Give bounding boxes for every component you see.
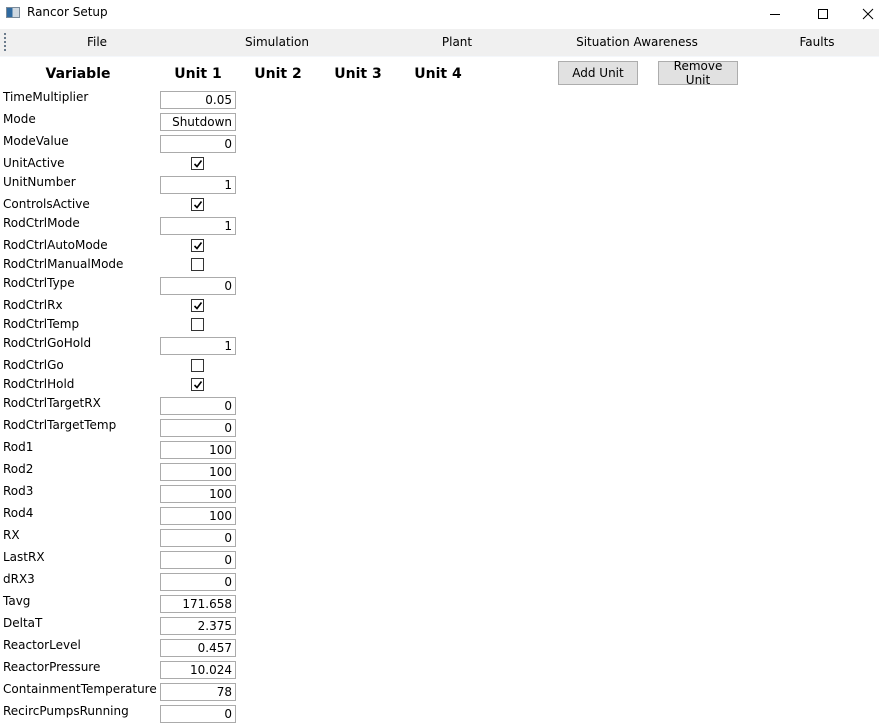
unit1-checkbox-rodctrltemp[interactable] [191, 318, 204, 331]
unit1-input-recircpumpsrunning[interactable]: 0 [160, 705, 236, 723]
unit1-input-unitnumber[interactable]: 1 [160, 176, 236, 194]
unit1-checkbox-controlsactive[interactable] [191, 198, 204, 211]
menu-plant[interactable]: Plant [442, 35, 472, 49]
minimize-icon [769, 13, 780, 15]
variable-label: RodCtrlManualMode [3, 257, 124, 271]
variable-label: RodCtrlRx [3, 298, 63, 312]
variable-label: RodCtrlMode [3, 216, 80, 230]
menu-situation-awareness[interactable]: Situation Awareness [576, 35, 698, 49]
remove-unit-button[interactable]: Remove Unit [658, 59, 738, 87]
variable-label: ContainmentTemperature [3, 682, 157, 696]
unit1-checkbox-rodctrlmanualmode[interactable] [191, 258, 204, 271]
unit1-input-reactorlevel[interactable]: 0.457 [160, 639, 236, 657]
checkmark-icon [193, 302, 203, 310]
unit1-input-rodctrlmode[interactable]: 1 [160, 217, 236, 235]
variable-label: Rod2 [3, 462, 34, 476]
header-unit-3: Unit 3 [334, 66, 382, 82]
variable-label: RodCtrlTemp [3, 317, 80, 331]
unit1-input-rx[interactable]: 0 [160, 529, 236, 547]
maximize-icon [817, 8, 828, 19]
variable-label: RodCtrlType [3, 276, 75, 290]
maximize-button[interactable] [800, 0, 845, 27]
app-icon [6, 7, 20, 18]
minimize-button[interactable] [752, 0, 797, 27]
unit1-checkbox-rodctrlgo[interactable] [191, 359, 204, 372]
unit1-input-rod3[interactable]: 100 [160, 485, 236, 503]
variable-label: UnitNumber [3, 175, 76, 189]
add-unit-button[interactable]: Add Unit [558, 61, 638, 85]
checkmark-icon [193, 381, 203, 389]
menu-faults[interactable]: Faults [799, 35, 834, 49]
checkmark-icon [193, 201, 203, 209]
variable-label: Rod4 [3, 506, 34, 520]
variable-label: LastRX [3, 550, 45, 564]
unit1-input-modevalue[interactable]: 0 [160, 135, 236, 153]
unit1-input-rod1[interactable]: 100 [160, 441, 236, 459]
variable-label: ModeValue [3, 134, 69, 148]
variable-label: RodCtrlAutoMode [3, 238, 108, 252]
close-button[interactable] [845, 0, 879, 27]
menu-bar: File Simulation Plant Situation Awarenes… [0, 29, 879, 57]
unit1-input-rod2[interactable]: 100 [160, 463, 236, 481]
variable-label: UnitActive [3, 156, 65, 170]
variable-label: TimeMultiplier [3, 90, 89, 104]
close-icon [862, 8, 873, 19]
header-variable: Variable [45, 66, 111, 82]
variable-label: ReactorPressure [3, 660, 101, 674]
unit1-checkbox-rodctrlhold[interactable] [191, 378, 204, 391]
header-unit-4: Unit 4 [414, 66, 462, 82]
window-title: Rancor Setup [27, 5, 108, 19]
variable-label: Mode [3, 112, 36, 126]
variable-label: RodCtrlTargetTemp [3, 418, 117, 432]
variable-label: RodCtrlTargetRX [3, 396, 101, 410]
variable-label: DeltaT [3, 616, 43, 630]
unit1-input-rodctrlgohold[interactable]: 1 [160, 337, 236, 355]
unit1-input-rodctrltargetrx[interactable]: 0 [160, 397, 236, 415]
unit1-checkbox-rodctrlautomode[interactable] [191, 239, 204, 252]
variable-label: Rod1 [3, 440, 34, 454]
unit1-input-mode[interactable]: Shutdown [160, 113, 236, 131]
variable-label: ReactorLevel [3, 638, 81, 652]
variable-label: RodCtrlGoHold [3, 336, 92, 350]
unit1-input-lastrx[interactable]: 0 [160, 551, 236, 569]
variable-label: dRX3 [3, 572, 35, 586]
variable-label: Tavg [3, 594, 31, 608]
header-unit-2: Unit 2 [254, 66, 302, 82]
variable-label: RodCtrlGo [3, 358, 64, 372]
unit1-input-drx3[interactable]: 0 [160, 573, 236, 591]
unit1-input-rod4[interactable]: 100 [160, 507, 236, 525]
unit1-checkbox-unitactive[interactable] [191, 157, 204, 170]
unit1-input-reactorpressure[interactable]: 10.024 [160, 661, 236, 679]
unit1-input-rodctrltype[interactable]: 0 [160, 277, 236, 295]
unit1-input-containmenttemperature[interactable]: 78 [160, 683, 236, 701]
variable-label: Rod3 [3, 484, 34, 498]
variable-label: ControlsActive [3, 197, 90, 211]
checkmark-icon [193, 160, 203, 168]
checkmark-icon [193, 242, 203, 250]
title-bar: Rancor Setup [0, 0, 879, 27]
variable-label: RecircPumpsRunning [3, 704, 129, 718]
unit1-input-timemultiplier[interactable]: 0.05 [160, 91, 236, 109]
header-unit-1: Unit 1 [174, 66, 222, 82]
variable-label: RodCtrlHold [3, 377, 75, 391]
menu-simulation[interactable]: Simulation [245, 35, 309, 49]
toolbar-grip-icon[interactable] [4, 33, 6, 51]
menu-file[interactable]: File [87, 35, 107, 49]
unit1-checkbox-rodctrlrx[interactable] [191, 299, 204, 312]
unit1-input-rodctrltargettemp[interactable]: 0 [160, 419, 236, 437]
unit1-input-tavg[interactable]: 171.658 [160, 595, 236, 613]
unit1-input-deltat[interactable]: 2.375 [160, 617, 236, 635]
variable-label: RX [3, 528, 20, 542]
